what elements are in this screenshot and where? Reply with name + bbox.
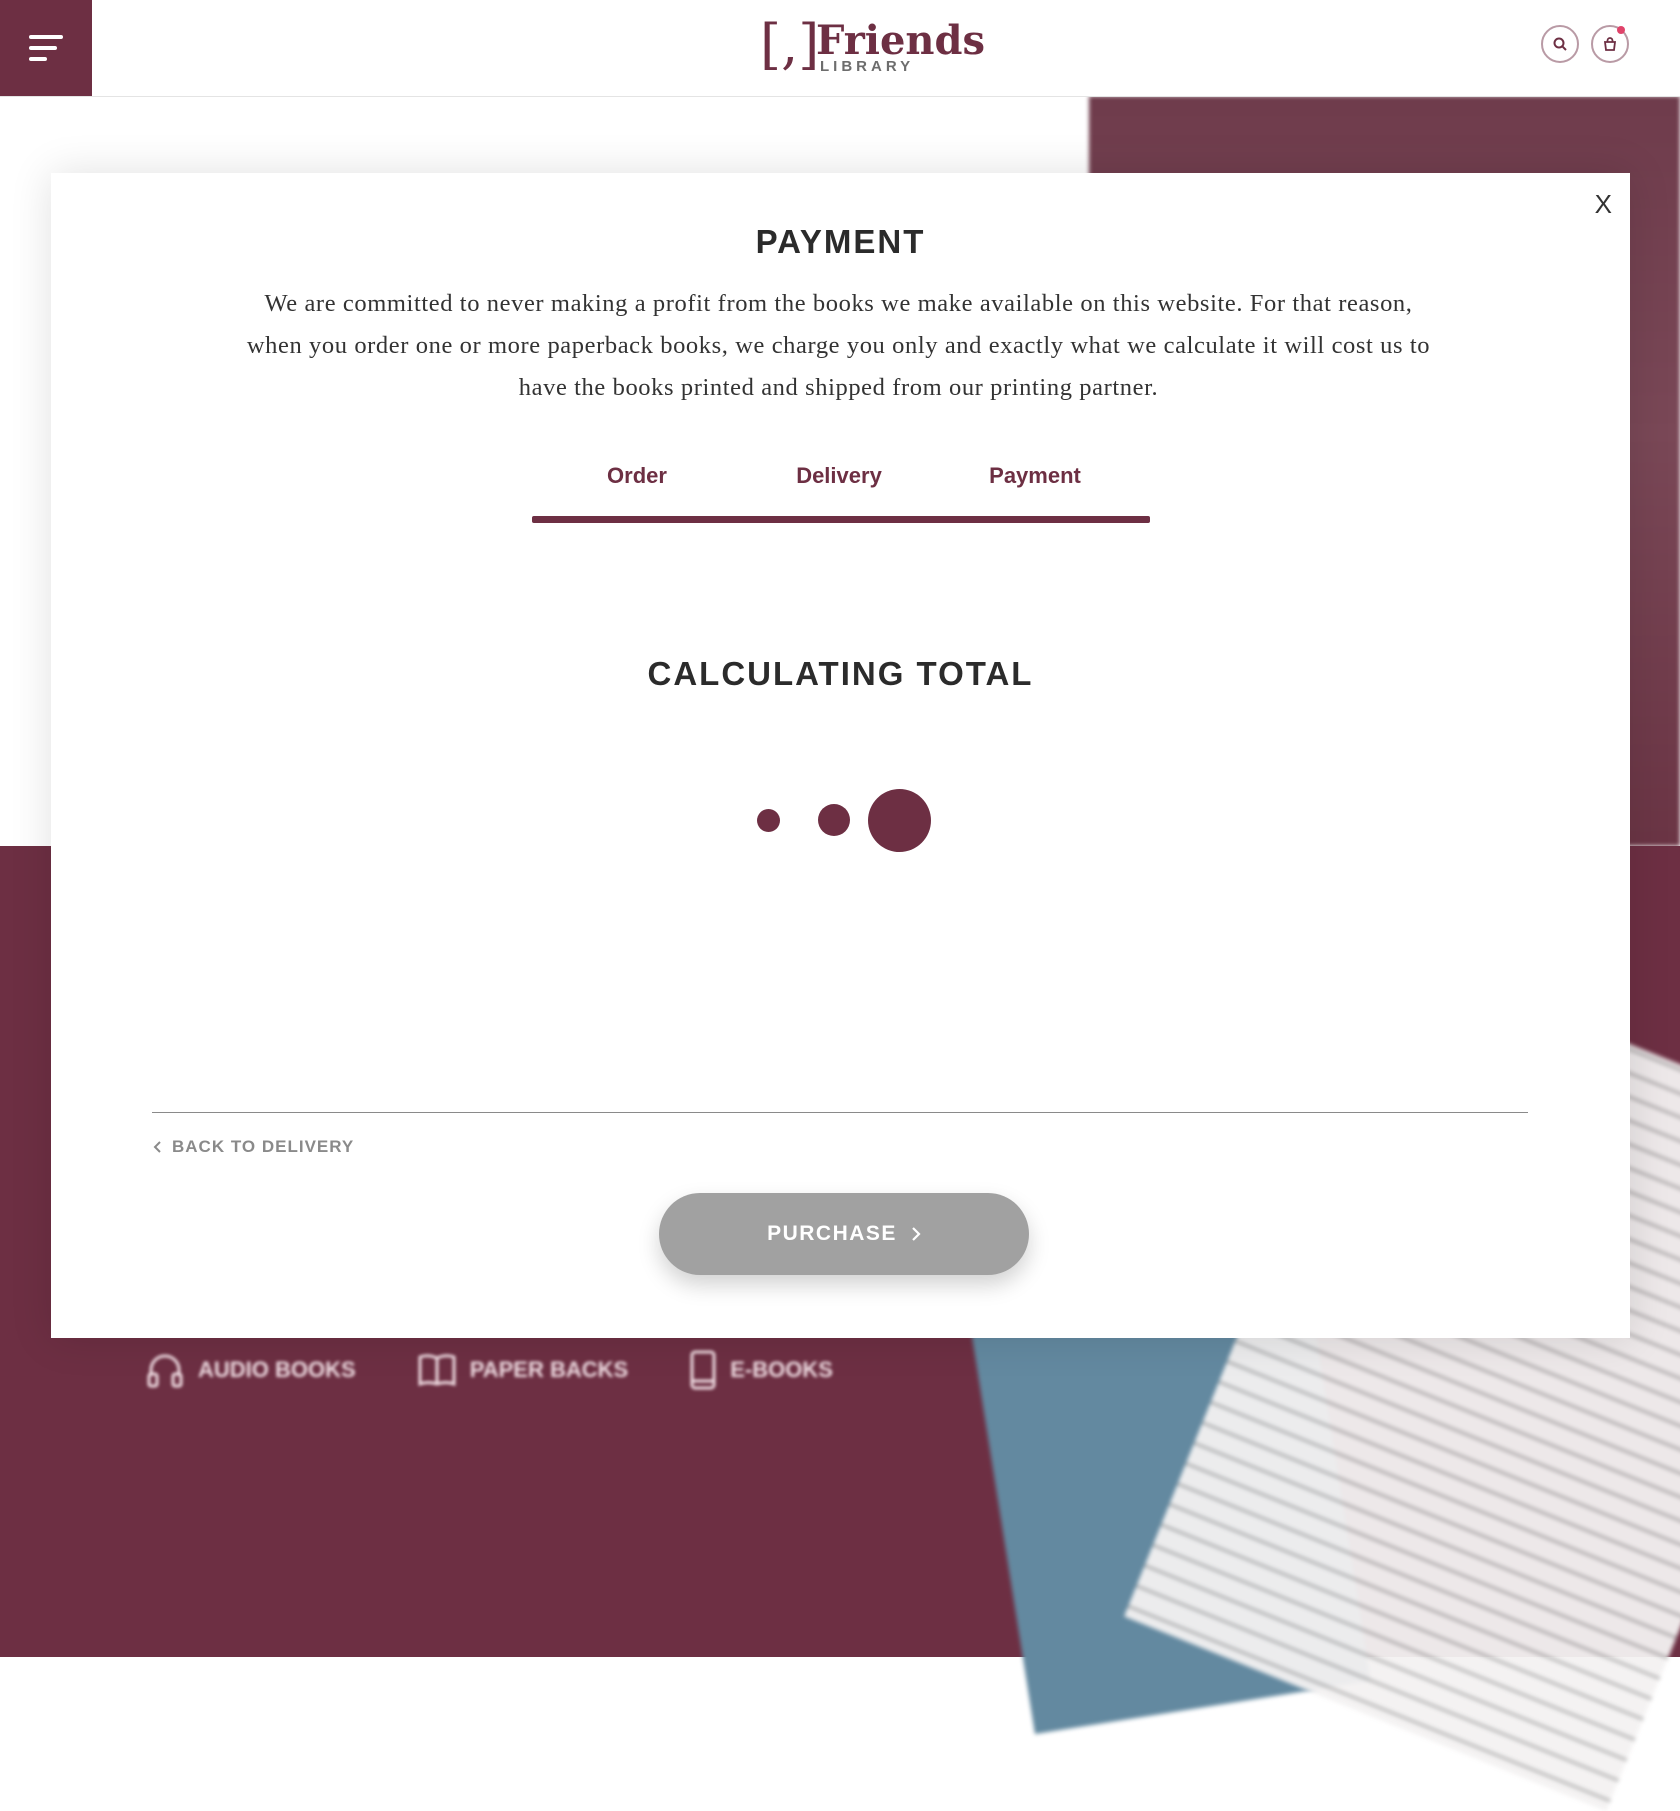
step-payment[interactable]: Payment: [989, 463, 1081, 489]
cart-button[interactable]: [1591, 25, 1629, 63]
top-nav-bar: [,] Friends LIBRARY: [0, 0, 1680, 97]
checkout-progress-fill: [532, 516, 1150, 523]
category-links: AUDIO BOOKS PAPER BACKS E-BOOKS: [146, 1350, 833, 1390]
calculating-heading: CALCULATING TOTAL: [647, 655, 1034, 692]
friends-library-logo[interactable]: [,] Friends LIBRARY: [760, 13, 985, 80]
e-books-link[interactable]: E-BOOKS: [690, 1350, 833, 1390]
purchase-label: PURCHASE: [767, 1222, 897, 1245]
menu-button[interactable]: [0, 0, 92, 96]
back-to-delivery-label: BACK TO DELIVERY: [172, 1137, 355, 1156]
search-icon: [1553, 37, 1567, 51]
step-order[interactable]: Order: [607, 463, 667, 489]
cart-notification-dot: [1617, 26, 1625, 34]
paper-backs-label: PAPER BACKS: [469, 1357, 629, 1382]
tablet-icon: [690, 1350, 716, 1390]
close-button[interactable]: X: [1595, 189, 1612, 220]
audio-books-link[interactable]: AUDIO BOOKS: [146, 1350, 356, 1390]
book-icon: [418, 1354, 456, 1387]
loading-dot: [818, 804, 850, 836]
payment-modal: X PAYMENT We are committed to never maki…: [51, 173, 1630, 1338]
headphones-icon: [147, 1354, 183, 1388]
logo-subtitle: LIBRARY: [820, 58, 915, 75]
back-to-delivery-link[interactable]: BACK TO DELIVERY: [152, 1137, 354, 1157]
checkout-steps: Order Delivery Payment: [532, 463, 1150, 533]
logo-mark: [,]: [760, 13, 820, 76]
footer-divider: [152, 1112, 1528, 1113]
search-button[interactable]: [1541, 25, 1579, 63]
cart-icon: [1603, 37, 1617, 51]
step-delivery[interactable]: Delivery: [796, 463, 882, 489]
loading-dot: [757, 809, 780, 832]
chevron-left-icon: [153, 1141, 161, 1153]
audio-books-label: AUDIO BOOKS: [198, 1357, 356, 1382]
chevron-right-icon: [912, 1227, 921, 1241]
purchase-button[interactable]: PURCHASE: [659, 1193, 1029, 1275]
intro-text: We are committed to never making a profi…: [246, 290, 1431, 401]
paper-backs-link[interactable]: PAPER BACKS: [418, 1350, 629, 1390]
e-books-label: E-BOOKS: [730, 1357, 833, 1382]
modal-title: PAYMENT: [755, 223, 926, 260]
checkout-progress-bar: [532, 516, 1150, 523]
loading-dot: [868, 789, 931, 852]
